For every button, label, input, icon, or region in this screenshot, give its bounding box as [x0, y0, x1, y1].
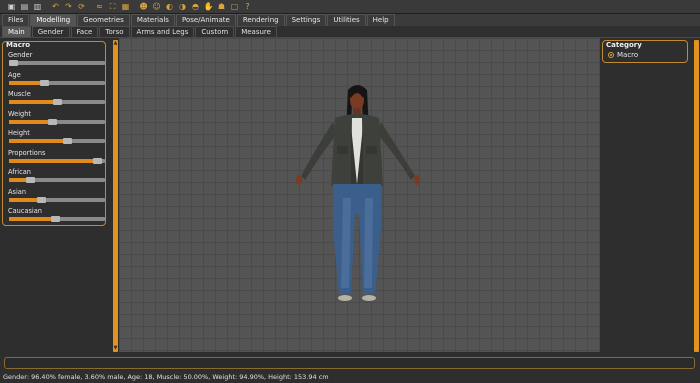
right-view-icon[interactable]: ◑ — [177, 1, 188, 12]
left-scroll-strip[interactable]: ▲ ▼ — [113, 40, 118, 352]
proportions-slider[interactable] — [9, 157, 105, 164]
height-slider-label: Height — [8, 129, 30, 137]
subtab-gender[interactable]: Gender — [31, 26, 70, 37]
muscle-slider-fill — [9, 100, 57, 104]
asian-slider-label: Asian — [8, 187, 26, 196]
checker-icon[interactable]: ▦ — [120, 1, 131, 12]
export-icon[interactable]: ▥ — [32, 1, 43, 12]
proportions-slider-fill — [9, 158, 98, 163]
muscle-slider-label: Muscle — [8, 90, 31, 98]
subtab-main[interactable]: Main — [2, 26, 31, 37]
height-slider-fill — [9, 139, 67, 143]
tab-materials[interactable]: Materials — [130, 14, 175, 26]
tab-modelling[interactable]: Modelling — [30, 14, 77, 26]
undo-icon[interactable]: ↶ — [50, 1, 61, 12]
category-panel: Category Macro — [602, 40, 688, 63]
camera-icon[interactable]: ▢ — [229, 1, 240, 12]
skin-icon[interactable]: ⛶ — [107, 1, 118, 12]
caucasian-slider-handle[interactable] — [51, 216, 61, 222]
asian-slider-handle[interactable] — [36, 196, 46, 203]
top-view-icon[interactable]: ◓ — [190, 1, 201, 12]
status-bar: Gender: 96.40% female, 3.60% male, Age: … — [3, 373, 329, 381]
3d-viewport[interactable] — [119, 38, 600, 352]
toolbar-separator — [89, 1, 92, 12]
age-slider[interactable] — [9, 79, 105, 86]
help-icon[interactable]: ? — [242, 1, 253, 12]
front-view-icon[interactable]: ☻ — [138, 1, 149, 12]
tab-help[interactable]: Help — [366, 14, 395, 26]
left-view-icon[interactable]: ◐ — [164, 1, 175, 12]
muscle-slider-handle[interactable] — [53, 99, 62, 105]
bottom-view-icon[interactable]: ✋ — [203, 1, 214, 12]
age-slider-label: Age — [8, 70, 21, 79]
toolbar-separator — [45, 1, 48, 12]
macro-radio-label: Macro — [617, 51, 639, 59]
toolbar-separator — [133, 1, 136, 12]
caucasian-slider[interactable] — [9, 216, 105, 222]
macro-panel: Macro Gender Age Muscle Weight Height Proport… — [2, 41, 106, 226]
caucasian-slider-label: Caucasian — [8, 207, 42, 215]
gender-slider-label: Gender — [8, 51, 33, 59]
muscle-slider[interactable] — [9, 99, 105, 105]
african-slider-handle[interactable] — [26, 177, 36, 183]
command-input[interactable] — [4, 357, 695, 369]
gender-slider[interactable] — [9, 60, 105, 66]
age-slider-handle[interactable] — [39, 79, 49, 86]
gender-slider-handle[interactable] — [9, 60, 18, 66]
scroll-down-icon[interactable]: ▼ — [113, 346, 118, 351]
weight-slider[interactable] — [9, 118, 105, 125]
right-scroll-strip[interactable] — [694, 40, 699, 352]
main-toolbar: ▣ ▤ ▥ ↶ ↷ ⟳ ≈ ⛶ ▦ ☻ ☺ ◐ ◑ ◓ ✋ ☗ ▢? — [0, 0, 700, 14]
macro-panel-title: Macro — [6, 41, 31, 49]
category-panel-title: Category — [606, 41, 642, 49]
african-slider-label: African — [8, 168, 31, 176]
height-slider[interactable] — [9, 138, 105, 144]
weight-slider-label: Weight — [8, 109, 31, 118]
macro-radio-button[interactable] — [608, 52, 614, 58]
undo-history-icon[interactable]: ▣ — [6, 1, 17, 12]
asian-slider[interactable] — [9, 196, 105, 203]
subtab-arms-and-legs[interactable]: Arms and Legs — [130, 26, 195, 37]
wireframe-icon[interactable]: ≈ — [94, 1, 105, 12]
tab-pose-animate[interactable]: Pose/Animate — [175, 14, 236, 26]
subtab-custom[interactable]: Custom — [195, 26, 235, 37]
reset-icon[interactable]: ⟳ — [76, 1, 87, 12]
caucasian-slider-fill — [9, 217, 56, 221]
proportions-slider-label: Proportions — [8, 148, 46, 157]
back-view-icon[interactable]: ☺ — [151, 1, 162, 12]
age-slider-fill — [9, 80, 44, 85]
scroll-up-icon[interactable]: ▲ — [113, 41, 118, 46]
tab-geometries[interactable]: Geometries — [77, 14, 130, 26]
proportions-slider-handle[interactable] — [93, 157, 103, 164]
height-slider-handle[interactable] — [62, 138, 72, 144]
subtab-torso[interactable]: Torso — [99, 26, 130, 37]
subtab-face[interactable]: Face — [70, 26, 99, 37]
tab-settings[interactable]: Settings — [285, 14, 327, 26]
african-slider[interactable] — [9, 177, 105, 183]
tab-utilities[interactable]: Utilities — [327, 14, 366, 26]
weight-slider-handle[interactable] — [48, 118, 58, 125]
asian-slider-fill — [9, 197, 41, 202]
weight-slider-fill — [9, 119, 53, 124]
redo-icon[interactable]: ↷ — [63, 1, 74, 12]
tab-files[interactable]: Files — [2, 14, 30, 26]
save-icon[interactable]: ▤ — [19, 1, 30, 12]
tab-rendering[interactable]: Rendering — [236, 14, 285, 26]
human-model[interactable] — [119, 38, 600, 352]
subtab-measure[interactable]: Measure — [235, 26, 277, 37]
pose-icon[interactable]: ☗ — [216, 1, 227, 12]
sub-tabs: Main Gender Face Torso Arms and Legs Custom Me… — [0, 26, 700, 38]
menu-tabs: Files Modelling Geometries Materials Pose/An… — [0, 14, 700, 26]
